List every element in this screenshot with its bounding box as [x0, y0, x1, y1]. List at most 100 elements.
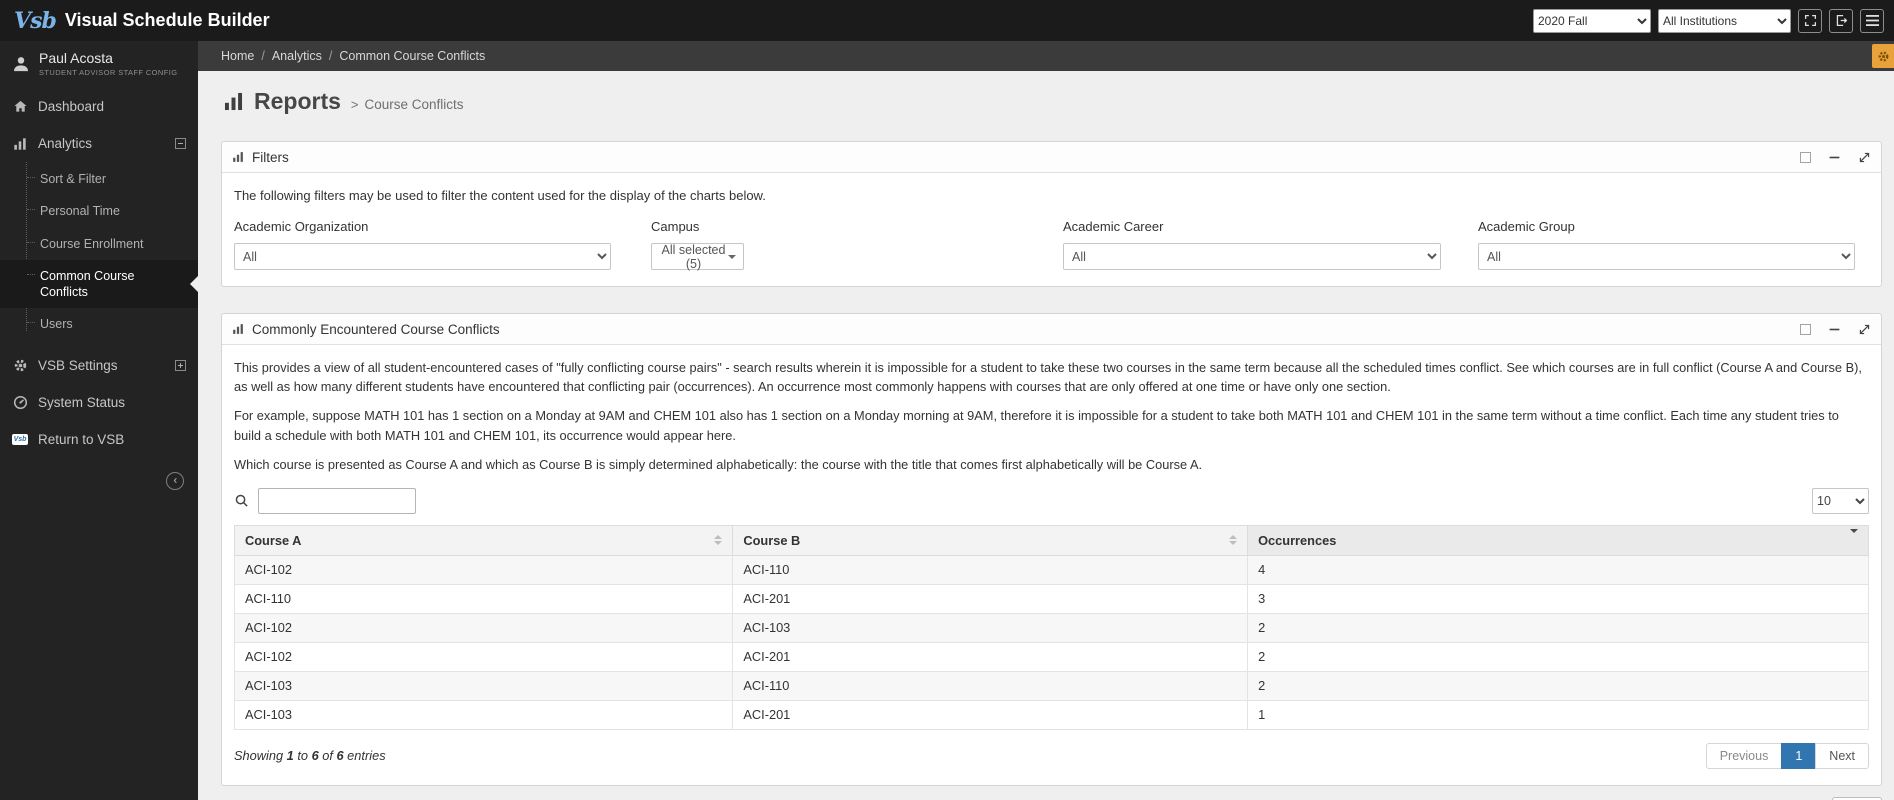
page-size-select[interactable]: 10: [1812, 487, 1869, 514]
app-title: Visual Schedule Builder: [64, 10, 270, 30]
sidebar-item-dashboard[interactable]: Dashboard: [0, 88, 198, 125]
sidebar-item-course-enrollment[interactable]: Course Enrollment: [0, 228, 198, 260]
institution-select[interactable]: All Institutions: [1658, 8, 1791, 33]
conflicts-panel-header: Commonly Encountered Course Conflicts: [222, 314, 1881, 345]
breadcrumb-current: Common Course Conflicts: [339, 49, 486, 63]
table-info: Showing 1 to 6 of 6 entries: [234, 748, 386, 764]
course-b-cell: ACI-201: [732, 699, 1249, 730]
sidebar-item-label: Return to VSB: [38, 431, 125, 447]
panel-collapse-button[interactable]: [1828, 151, 1841, 164]
academic-group-select[interactable]: All: [1478, 243, 1855, 270]
filters-panel-title: Filters: [252, 149, 289, 165]
sort-icon: [1229, 535, 1238, 546]
filter-campus: Campus All selected (5): [651, 219, 744, 271]
user-name: Paul Acosta: [39, 50, 113, 66]
sidebar-item-return-to-vsb[interactable]: Return to VSB: [0, 421, 198, 458]
table-row: ACI-103 ACI-201 1: [233, 699, 1869, 730]
conflicts-panel-title: Commonly Encountered Course Conflicts: [252, 321, 500, 337]
expand-section-icon[interactable]: [175, 359, 186, 371]
term-select[interactable]: 2020 Fall: [1533, 8, 1651, 33]
sort-icon: [714, 535, 723, 546]
sidebar-item-personal-time[interactable]: Personal Time: [0, 195, 198, 227]
breadcrumb-analytics[interactable]: Analytics: [272, 49, 322, 63]
sidebar-item-vsb-settings[interactable]: VSB Settings: [0, 347, 198, 384]
home-icon: [12, 99, 28, 114]
sign-out-button[interactable]: [1829, 8, 1853, 33]
sidebar-item-analytics[interactable]: Analytics: [0, 125, 198, 162]
fullscreen-icon: [1804, 14, 1817, 27]
filter-academic-organization: Academic Organization All: [234, 219, 611, 270]
sidebar-item-label: Analytics: [38, 136, 93, 152]
fullscreen-button[interactable]: [1798, 8, 1822, 33]
campus-selected-value: All selected (5): [661, 242, 726, 271]
occurrences-cell: 2: [1247, 641, 1869, 672]
column-label: Course A: [245, 532, 302, 548]
occurrences-cell: 1: [1247, 699, 1869, 730]
filter-label: Academic Organization: [234, 219, 369, 234]
conflicts-panel-body: This provides a view of all student-enco…: [222, 345, 1881, 785]
description-paragraph: This provides a view of all student-enco…: [234, 360, 1862, 395]
filter-academic-group: Academic Group All: [1478, 219, 1855, 270]
analytics-submenu: Sort & Filter Personal Time Course Enrol…: [0, 162, 198, 347]
search-icon: [234, 493, 249, 508]
sidebar-collapse-row: [0, 458, 198, 490]
column-header-occurrences[interactable]: Occurrences: [1247, 524, 1869, 556]
search-input[interactable]: [258, 487, 416, 514]
sidebar-item-system-status[interactable]: System Status: [0, 384, 198, 421]
sidebar-collapse-button[interactable]: [166, 471, 184, 490]
column-header-course-a[interactable]: Course A: [233, 524, 734, 556]
pagination-page-1[interactable]: 1: [1781, 742, 1817, 769]
filter-academic-career: Academic Career All: [1063, 219, 1441, 270]
course-a-cell: ACI-102: [233, 612, 734, 643]
filters-intro-text: The following filters may be used to fil…: [234, 188, 766, 203]
sort-desc-icon: [1850, 528, 1858, 548]
occurrences-cell: 3: [1247, 583, 1869, 614]
breadcrumb-home[interactable]: Home: [221, 49, 254, 63]
pagination-previous[interactable]: Previous: [1705, 742, 1783, 769]
page-subtitle: Course Conflicts: [364, 96, 464, 112]
academic-career-select[interactable]: All: [1063, 243, 1441, 270]
table-row: ACI-110 ACI-201 3: [233, 583, 1869, 614]
main-area: Home / Analytics / Common Course Conflic…: [198, 41, 1894, 800]
page-settings-button[interactable]: [1872, 44, 1894, 68]
vsb-logo[interactable]: Vsb: [14, 8, 57, 34]
hamburger-icon: [1865, 15, 1879, 26]
sidebar: Paul Acosta STUDENT ADVISOR STAFF CONFIG…: [0, 41, 198, 800]
panel-controls: [1800, 151, 1871, 164]
conflicts-table: Course A Course B Occurrences ACI-102 AC…: [233, 524, 1869, 730]
expand-arrows-icon: [1858, 151, 1871, 164]
gear-icon: [1877, 50, 1890, 63]
panel-options-icon[interactable]: [1800, 151, 1811, 163]
sidebar-item-sort-filter[interactable]: Sort & Filter: [0, 163, 198, 195]
page-content: Reports > Course Conflicts Filters The f…: [198, 71, 1894, 800]
course-b-cell: ACI-201: [732, 641, 1249, 672]
breadcrumb: Home / Analytics / Common Course Conflic…: [198, 41, 1894, 71]
course-a-cell: ACI-103: [233, 670, 734, 701]
occurrences-cell: 2: [1247, 612, 1869, 643]
academic-organization-select[interactable]: All: [234, 243, 611, 270]
panel-expand-button[interactable]: [1858, 323, 1871, 336]
pagination: Previous 1 Next: [1705, 742, 1869, 769]
collapse-section-icon[interactable]: [175, 138, 186, 150]
filters-panel-header: Filters: [222, 142, 1881, 173]
table-footer: Showing 1 to 6 of 6 entries Previous 1 N…: [234, 742, 1869, 769]
user-profile[interactable]: Paul Acosta STUDENT ADVISOR STAFF CONFIG: [0, 41, 198, 88]
campus-multiselect-button[interactable]: All selected (5): [651, 242, 744, 271]
table-row: ACI-102 ACI-103 2: [233, 612, 1869, 643]
caret-down-icon: [728, 254, 736, 259]
sidebar-item-users[interactable]: Users: [0, 308, 198, 340]
panel-options-icon[interactable]: [1800, 323, 1811, 335]
sidebar-item-label: Dashboard: [38, 99, 105, 115]
column-header-course-b[interactable]: Course B: [732, 524, 1249, 556]
filters-panel-body: The following filters may be used to fil…: [222, 173, 1881, 286]
panel-expand-button[interactable]: [1858, 151, 1871, 164]
panel-collapse-button[interactable]: [1828, 323, 1841, 336]
sidebar-item-common-course-conflicts[interactable]: Common Course Conflicts: [0, 259, 198, 309]
chart-icon: [232, 151, 244, 163]
filter-label: Academic Group: [1478, 219, 1575, 234]
table-row: ACI-102 ACI-201 2: [233, 641, 1869, 672]
page-title-separator: >: [350, 96, 359, 112]
user-avatar-icon: [12, 55, 30, 73]
pagination-next[interactable]: Next: [1815, 742, 1869, 769]
menu-button[interactable]: [1860, 8, 1884, 33]
